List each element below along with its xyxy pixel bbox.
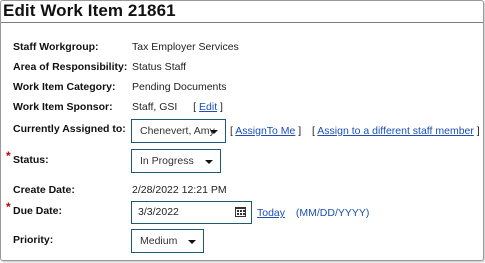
area-value: Status Staff xyxy=(132,61,187,73)
assign-other-group: [ Assign to a different staff member ] xyxy=(312,125,480,137)
status-required-mark: * xyxy=(6,149,11,163)
date-format-hint: (MM/DD/YYYY) xyxy=(295,207,370,219)
status-selected: In Progress xyxy=(140,155,194,167)
sponsor-value: Staff, GSI xyxy=(132,101,178,113)
due-date-input[interactable]: 3/3/2022 xyxy=(131,201,252,224)
staff-workgroup-label: Staff Workgroup: xyxy=(13,41,99,53)
chevron-down-icon xyxy=(188,240,196,244)
chevron-down-icon xyxy=(205,160,213,164)
assigned-select[interactable]: Chenevert, Amy xyxy=(131,119,226,143)
category-value: Pending Documents xyxy=(132,81,227,93)
assign-me-bracket-close: ] xyxy=(298,125,302,137)
sponsor-label: Work Item Sponsor: xyxy=(13,101,113,113)
status-label: Status: xyxy=(13,154,49,166)
edit-sponsor-link[interactable]: Edit xyxy=(199,101,217,113)
due-date-value: 3/3/2022 xyxy=(138,206,179,218)
area-label: Area of Responsibility: xyxy=(13,61,128,73)
today-link[interactable]: Today xyxy=(257,207,285,219)
category-label: Work Item Category: xyxy=(13,81,116,93)
staff-workgroup-value: Tax Employer Services xyxy=(132,41,239,53)
status-select[interactable]: In Progress xyxy=(131,149,221,173)
due-date-actions: Today (MM/DD/YYYY) xyxy=(257,207,369,219)
create-date-label: Create Date: xyxy=(13,184,75,196)
assign-other-bracket-close: ] xyxy=(476,125,480,137)
title-divider xyxy=(1,22,483,23)
assign-other-bracket-open: [ xyxy=(312,125,315,137)
assign-me-bracket-open: [ xyxy=(230,125,233,137)
create-date-value: 2/28/2022 12:21 PM xyxy=(132,184,227,196)
edit-bracket-close: ] xyxy=(220,101,223,113)
page-title: Edit Work Item 21861 xyxy=(3,1,176,20)
edit-work-item-panel: Edit Work Item 21861 Staff Workgroup: Ta… xyxy=(0,0,484,261)
edit-bracket-open: [ xyxy=(193,101,197,113)
priority-selected: Medium xyxy=(140,235,178,247)
assign-me-group: [ AssignTo Me ] xyxy=(230,125,301,137)
due-date-required-mark: * xyxy=(6,200,11,214)
priority-select[interactable]: Medium xyxy=(131,229,204,253)
assign-different-staff-link[interactable]: Assign to a different staff member xyxy=(317,125,474,137)
chevron-down-icon xyxy=(210,130,218,134)
due-date-label: Due Date: xyxy=(13,205,63,217)
assigned-label: Currently Assigned to: xyxy=(13,123,126,135)
priority-label: Priority: xyxy=(13,234,54,246)
sponsor-row: Staff, GSI [ Edit ] xyxy=(132,101,223,113)
calendar-icon[interactable] xyxy=(235,207,246,217)
assign-to-me-link[interactable]: AssignTo Me xyxy=(235,125,295,137)
assigned-selected: Chenevert, Amy xyxy=(140,125,215,137)
